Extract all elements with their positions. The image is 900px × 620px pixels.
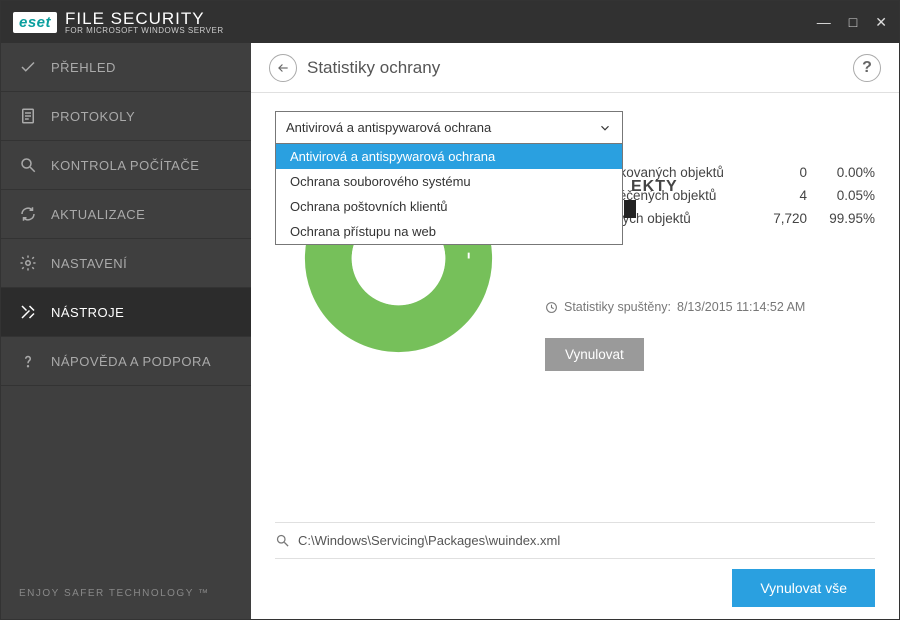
- dropdown-selected-label: Antivirová a antispywarová ochrana: [286, 120, 491, 135]
- question-icon: [19, 352, 37, 370]
- legend-pct: 0.05%: [819, 188, 875, 203]
- search-icon: [275, 533, 290, 548]
- legend-pct: 0.00%: [819, 165, 875, 180]
- arrow-left-icon: [276, 61, 290, 75]
- brand-logo: eset: [13, 12, 57, 33]
- dropdown-list: Antivirová a antispywarová ochrana Ochra…: [276, 144, 622, 244]
- check-icon: [19, 58, 37, 76]
- sidebar-item-logs[interactable]: PROTOKOLY: [1, 92, 251, 141]
- legend-count: 0: [763, 165, 819, 180]
- gear-icon: [19, 254, 37, 272]
- legend-count: 4: [763, 188, 819, 203]
- sidebar-item-label: NÁPOVĚDA A PODPORA: [51, 354, 211, 369]
- titlebar: eset FILE SECURITY FOR MICROSOFT WINDOWS…: [1, 1, 899, 43]
- protection-type-dropdown[interactable]: Antivirová a antispywarová ochrana Antiv…: [275, 111, 623, 245]
- chevron-down-icon: [598, 121, 612, 135]
- dropdown-option[interactable]: Ochrana souborového systému: [276, 169, 622, 194]
- app-subtitle: FOR MICROSOFT WINDOWS SERVER: [65, 27, 224, 35]
- page-header: Statistiky ochrany ?: [251, 43, 899, 93]
- close-button[interactable]: ✕: [875, 14, 887, 31]
- reset-button[interactable]: Vynulovat: [545, 338, 644, 371]
- stats-started-value: 8/13/2015 11:14:52 AM: [677, 300, 805, 314]
- chart-fragment: [624, 200, 636, 218]
- sidebar-footer: ENJOY SAFER TECHNOLOGY ™: [1, 568, 251, 619]
- footer-bar: Vynulovat vše: [275, 558, 875, 607]
- sidebar-item-overview[interactable]: PŘEHLED: [1, 43, 251, 92]
- stats-started: Statistiky spuštěny: 8/13/2015 11:14:52 …: [545, 300, 875, 314]
- app-title: FILE SECURITY: [65, 10, 224, 27]
- refresh-icon: [19, 205, 37, 223]
- back-button[interactable]: [269, 54, 297, 82]
- sidebar-item-settings[interactable]: NASTAVENÍ: [1, 239, 251, 288]
- sidebar-item-label: AKTUALIZACE: [51, 207, 145, 222]
- sidebar-item-label: KONTROLA POČÍTAČE: [51, 158, 199, 173]
- dropdown-option[interactable]: Ochrana poštovních klientů: [276, 194, 622, 219]
- stats-started-label: Statistiky spuštěny:: [564, 300, 671, 314]
- sidebar-item-label: PROTOKOLY: [51, 109, 135, 124]
- clock-icon: [545, 301, 558, 314]
- dropdown-selected[interactable]: Antivirová a antispywarová ochrana: [276, 112, 622, 144]
- document-icon: [19, 107, 37, 125]
- sidebar-item-label: NASTAVENÍ: [51, 256, 127, 271]
- dropdown-option[interactable]: Antivirová a antispywarová ochrana: [276, 144, 622, 169]
- page-title: Statistiky ochrany: [307, 58, 440, 78]
- minimize-button[interactable]: —: [817, 14, 831, 31]
- sidebar: PŘEHLED PROTOKOLY KONTROLA POČÍTAČE AKTU…: [1, 43, 251, 619]
- dropdown-option[interactable]: Ochrana přístupu na web: [276, 219, 622, 244]
- scan-path-value: C:\Windows\Servicing\Packages\wuindex.xm…: [298, 533, 560, 548]
- maximize-button[interactable]: □: [849, 14, 857, 31]
- help-button[interactable]: ?: [853, 54, 881, 82]
- section-title-fragment: EKTY: [631, 178, 678, 196]
- main-panel: Statistiky ochrany ? EKTY Antivirová a a…: [251, 43, 899, 619]
- sidebar-item-scan[interactable]: KONTROLA POČÍTAČE: [1, 141, 251, 190]
- scan-path-bar: C:\Windows\Servicing\Packages\wuindex.xm…: [275, 522, 875, 558]
- sidebar-item-tools[interactable]: NÁSTROJE: [1, 288, 251, 337]
- legend-pct: 99.95%: [819, 211, 875, 226]
- search-icon: [19, 156, 37, 174]
- reset-all-button[interactable]: Vynulovat vše: [732, 569, 875, 607]
- tools-icon: [19, 303, 37, 321]
- sidebar-item-label: NÁSTROJE: [51, 305, 124, 320]
- sidebar-item-update[interactable]: AKTUALIZACE: [1, 190, 251, 239]
- legend-count: 7,720: [763, 211, 819, 226]
- app-title-block: FILE SECURITY FOR MICROSOFT WINDOWS SERV…: [65, 10, 224, 35]
- sidebar-item-help[interactable]: NÁPOVĚDA A PODPORA: [1, 337, 251, 386]
- sidebar-item-label: PŘEHLED: [51, 60, 116, 75]
